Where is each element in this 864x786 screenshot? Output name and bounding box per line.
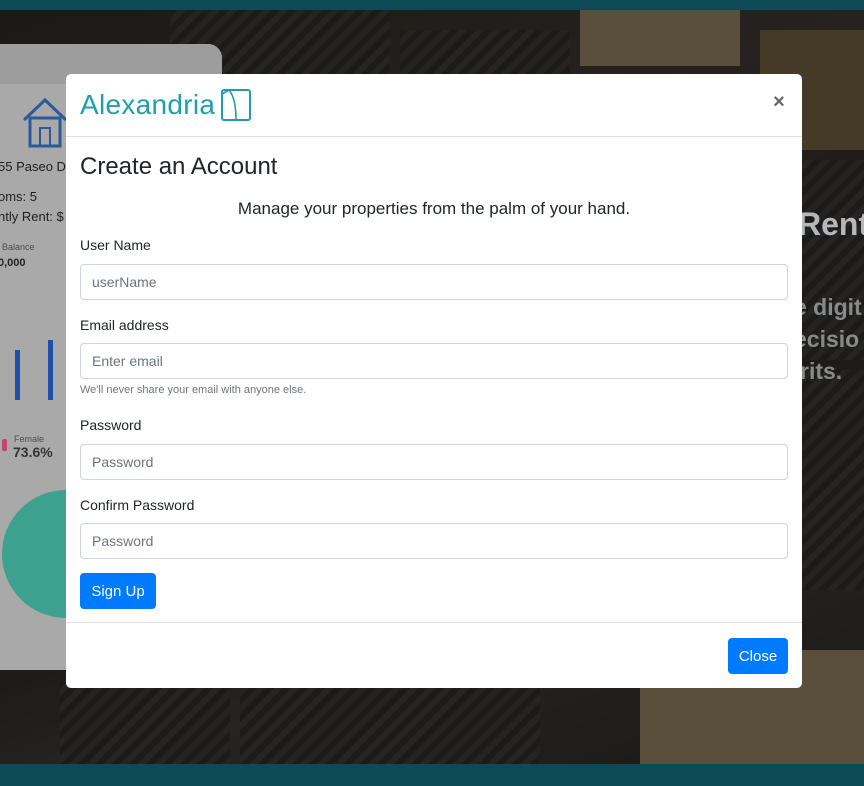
brand-logo-icon [221, 89, 251, 121]
modal-header: Alexandria × [66, 74, 802, 137]
modal-footer: Close [66, 622, 802, 688]
female-icon [2, 439, 7, 451]
create-account-modal: Alexandria × Create an Account Manage yo… [66, 74, 802, 688]
chart-bar [15, 350, 20, 400]
username-label: User Name [80, 237, 151, 253]
property-rent: ntly Rent: $ [0, 209, 64, 224]
top-band [0, 0, 864, 10]
confirm-password-label: Confirm Password [80, 497, 195, 513]
username-input[interactable] [80, 264, 788, 300]
property-rooms: oms: 5 [0, 189, 38, 204]
close-icon[interactable]: × [768, 90, 790, 114]
sign-up-button[interactable]: Sign Up [80, 573, 156, 609]
chart-bar [48, 340, 53, 400]
female-label: Female [14, 434, 45, 444]
confirm-password-input[interactable] [80, 523, 788, 559]
modal-title: Create an Account [80, 153, 278, 180]
hero-line: ecisio [794, 326, 860, 352]
password-input[interactable] [80, 444, 788, 480]
balance-label: Balance [2, 242, 35, 252]
tagline: Manage your properties from the palm of … [237, 199, 631, 218]
hero-line: rits. [800, 358, 843, 384]
female-percent: 73.6% [13, 444, 53, 460]
hero-line: e digit [794, 294, 862, 320]
close-button[interactable]: Close [728, 638, 788, 674]
email-input[interactable] [80, 343, 788, 379]
brand-name: Alexandria [80, 89, 216, 120]
email-label: Email address [80, 317, 169, 333]
bottom-band [0, 764, 864, 786]
house-icon [22, 97, 68, 148]
password-label: Password [80, 417, 142, 433]
balance-value: 0,000 [0, 257, 26, 269]
hero-title: Rent [798, 206, 864, 242]
email-help-text: We'll never share your email with anyone… [80, 384, 307, 396]
property-address: 55 Paseo Dr [0, 159, 71, 174]
